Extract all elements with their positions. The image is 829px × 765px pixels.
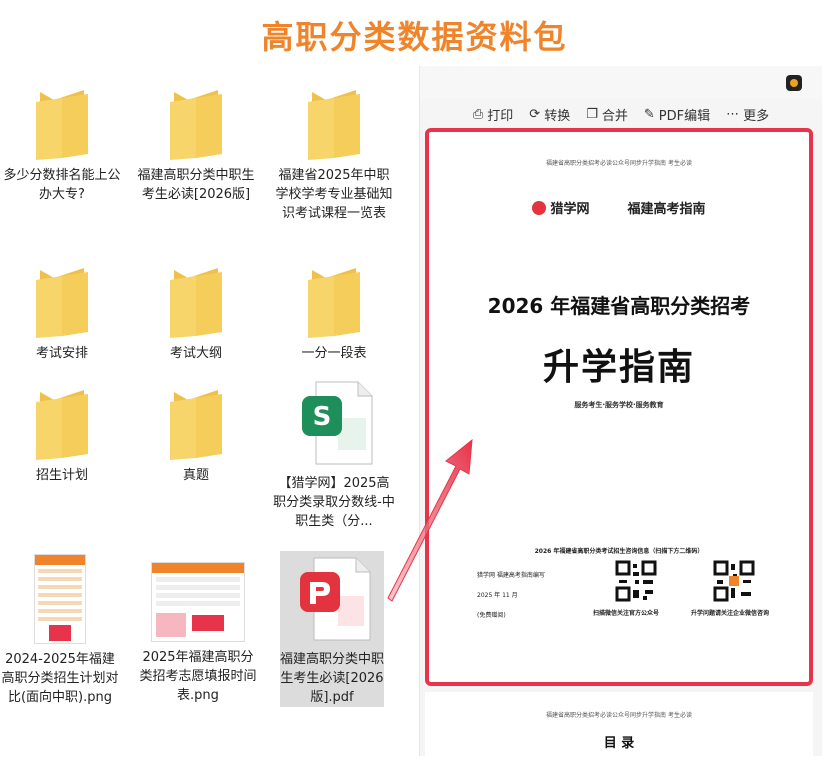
pdf-page-2: 福建省高职分类招考必读公众号同步升学指南 考生必读 目 录 — [425, 692, 813, 756]
folder-item[interactable]: 多少分数排名能上公办大专? — [2, 86, 122, 204]
folder-item[interactable]: 考试安排 — [2, 264, 122, 363]
folder-icon — [166, 86, 226, 160]
merge-button[interactable]: ❐ 合并 — [586, 105, 628, 124]
pdf-file-item[interactable]: 福建高职分类中职生考生必读[2026版].pdf — [280, 554, 384, 707]
more-button[interactable]: ⋯ 更多 — [726, 105, 769, 124]
viewer-toolbar: ⎙ 打印 ⟳ 转换 ❐ 合并 ✎ PDF编辑 ⋯ 更多 — [420, 99, 822, 129]
print-button[interactable]: ⎙ 打印 — [473, 105, 513, 124]
page-logo-row: 猎学网 福建高考指南 — [429, 198, 809, 217]
page2-header: 福建省高职分类招考必读公众号同步升学指南 考生必读 — [546, 712, 692, 719]
folder-icon — [32, 264, 92, 338]
folder-item[interactable]: 福建高职分类中职生考生必读[2026版] — [136, 86, 256, 204]
banner-title: 高职分类数据资料包 — [261, 18, 568, 56]
image-thumbnail — [151, 562, 245, 642]
file-label: 考试大纲 — [169, 346, 222, 361]
contact-line-3: (免费赠阅) — [477, 612, 506, 619]
pdf-page-1: 福建省高职分类招考必读公众号同步升学指南 考生必读 猎学网 福建高考指南 202… — [425, 128, 813, 686]
merge-icon: ❐ — [586, 106, 598, 122]
image-file-item[interactable]: 2025年福建高职分类招考志愿填报时间表.png — [138, 562, 258, 705]
file-label: 福建高职分类中职生考生必读[2026版] — [137, 168, 255, 202]
brand-name: 猎学网 — [550, 202, 590, 217]
page-header: 福建省高职分类招考必读公众号同步升学指南 考生必读 — [546, 160, 692, 167]
image-file-item[interactable]: 2024-2025年福建高职分类招生计划对比(面向中职).png — [0, 554, 120, 707]
more-icon: ⋯ — [726, 106, 740, 122]
qr-code-1 — [615, 560, 657, 606]
pdf-edit-button[interactable]: ✎ PDF编辑 — [644, 105, 710, 124]
spreadsheet-icon: S — [294, 378, 374, 468]
file-label: 2024-2025年福建高职分类招生计划对比(面向中职).png — [1, 652, 119, 705]
file-label: 真题 — [182, 468, 209, 483]
brand-subtitle: 福建高考指南 — [627, 202, 706, 217]
printer-icon: ⎙ — [472, 106, 484, 122]
svg-text:S: S — [313, 402, 332, 432]
folder-icon — [32, 86, 92, 160]
spreadsheet-file-item[interactable]: S 【猎学网】2025高职分类录取分数线-中职生类（分... — [272, 378, 396, 531]
file-label: 2025年福建高职分类招考志愿填报时间表.png — [139, 650, 257, 703]
contact-info: 猎学网 福建高考指南编写 2025 年 11 月 (免费赠阅) — [477, 566, 545, 626]
folder-item[interactable]: 福建省2025年中职学校学考专业基础知识考试课程一览表 — [274, 86, 394, 223]
folder-item[interactable]: 一分一段表 — [274, 264, 394, 363]
folder-item[interactable]: 真题 — [136, 386, 256, 485]
image-thumbnail — [34, 554, 86, 644]
contact-line-2: 2025 年 11 月 — [477, 592, 518, 599]
contact-line-1: 猎学网 福建高考指南编写 — [477, 572, 545, 579]
folder-item[interactable]: 招生计划 — [2, 386, 122, 485]
file-label: 一分一段表 — [301, 346, 367, 361]
page-title-line2: 升学指南 — [542, 347, 695, 388]
file-label: 多少分数排名能上公办大专? — [3, 168, 121, 202]
folder-icon — [304, 86, 364, 160]
page-slogan: 服务考生·服务学校·服务教育 — [574, 401, 664, 409]
file-label: 考试安排 — [35, 346, 88, 361]
qr2-caption: 升学问题请关注企业微信咨询 — [691, 610, 770, 617]
folder-icon — [304, 264, 364, 338]
convert-icon: ⟳ — [529, 106, 541, 122]
folder-icon — [32, 386, 92, 460]
qr1-caption: 扫描微信关注官方公众号 — [593, 610, 660, 617]
contact-title: 2026 年福建省高职分类考试招生咨询信息（扫描下方二维码） — [534, 548, 704, 555]
file-label: 福建省2025年中职学校学考专业基础知识考试课程一览表 — [275, 168, 393, 221]
pdf-icon — [292, 554, 372, 644]
brand-logo-icon — [532, 200, 547, 215]
convert-button[interactable]: ⟳ 转换 — [529, 105, 570, 124]
folder-icon — [166, 264, 226, 338]
app-logo-icon[interactable] — [786, 75, 802, 91]
file-label: 福建高职分类中职生考生必读[2026版].pdf — [280, 652, 385, 705]
file-label: 招生计划 — [35, 468, 88, 483]
viewer-titlebar — [420, 66, 822, 99]
toc-title: 目 录 — [603, 736, 635, 751]
folder-icon — [166, 386, 226, 460]
page-title-line1: 2026 年福建省高职分类招考 — [487, 294, 751, 318]
file-label: 【猎学网】2025高职分类录取分数线-中职生类（分... — [273, 476, 395, 529]
edit-icon: ✎ — [643, 106, 655, 122]
qr-code-2 — [713, 560, 755, 606]
folder-item[interactable]: 考试大纲 — [136, 264, 256, 363]
